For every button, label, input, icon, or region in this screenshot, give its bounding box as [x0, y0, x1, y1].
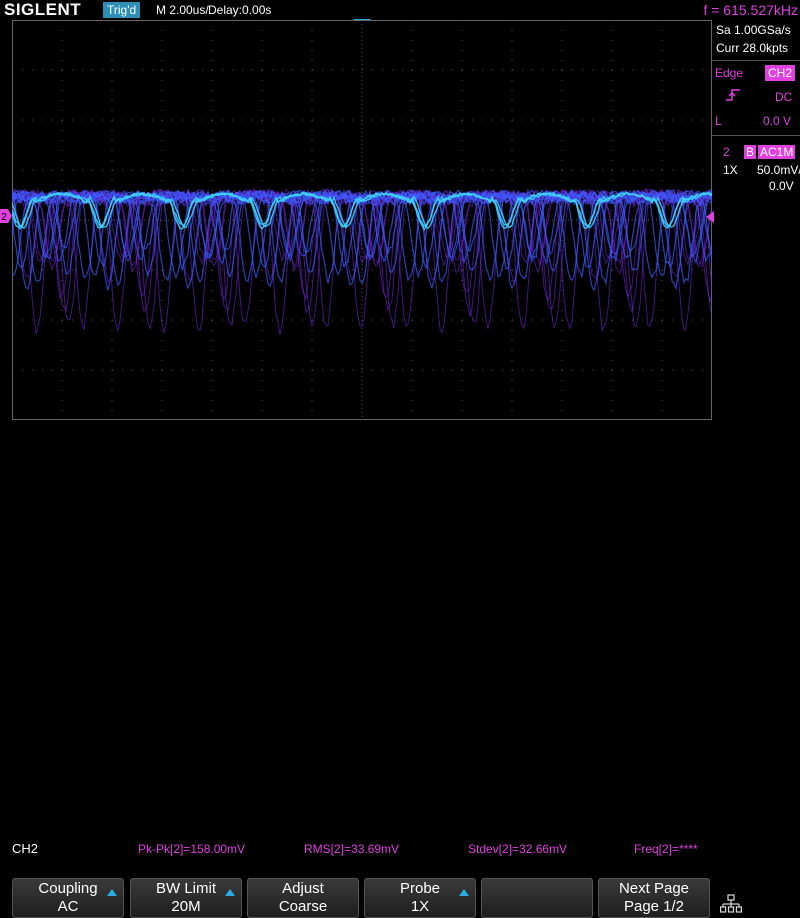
adjust-softkey[interactable]: Adjust Coarse [247, 878, 359, 918]
trigger-settings-panel[interactable]: Edge CH2 DC L 0.0 V [711, 60, 800, 136]
bandwidth-limit-flag: B [744, 145, 757, 159]
measurement-rms: RMS[2]=33.69mV [304, 842, 400, 856]
chevron-up-icon [225, 889, 235, 896]
channel2-marker-label: 2 [1, 212, 7, 223]
channel-offset: 0.0V [769, 179, 794, 193]
trigger-source: CH2 [765, 65, 796, 81]
network-icon [720, 894, 742, 913]
probe-attenuation: 1X [723, 163, 738, 177]
frequency-counter: f = 615.527kHz [703, 2, 798, 18]
softkey-menu: Coupling AC BW Limit 20M Adjust Coarse P… [0, 438, 800, 918]
memory-depth-readout: Curr 28.0kpts [716, 41, 789, 55]
softkey-value: 20M [171, 898, 201, 915]
trigger-level-value: 0.0 V [763, 114, 792, 128]
next-page-softkey[interactable]: Next Page Page 1/2 [598, 878, 710, 918]
softkey-value: AC [57, 898, 79, 915]
measurement-pk-pk: Pk-Pk[2]=158.00mV [138, 842, 246, 856]
brand-logo: SIGLENT [4, 0, 82, 19]
measurement-stdev: Stdev[2]=32.66mV [468, 842, 568, 856]
trigger-coupling: DC [775, 90, 793, 104]
softkey-value: Page 1/2 [623, 898, 685, 915]
chevron-up-icon [459, 889, 469, 896]
trigger-level-marker[interactable] [704, 211, 714, 223]
channel2-settings-panel[interactable]: 2 B AC1M 1X 50.0mV/ 0.0V [711, 140, 800, 196]
softkey-value: Coarse [278, 898, 328, 915]
channel-coupling: AC1M [758, 145, 796, 159]
measurement-channel: CH2 [12, 841, 39, 856]
channel2-offset-marker[interactable]: 2 [0, 209, 12, 223]
rising-edge-icon [726, 89, 740, 101]
trigger-level-label: L [715, 114, 722, 128]
measurement-frequency: Freq[2]=**** [634, 842, 698, 856]
softkey-value: 1X [410, 898, 430, 915]
sample-rate-readout: Sa 1.00GSa/s [716, 23, 791, 37]
trigger-status-badge: Trig'd [103, 2, 141, 18]
volts-per-div: 50.0mV/ [757, 163, 800, 177]
trigger-type: Edge [715, 66, 744, 80]
channel-number: 2 [723, 145, 730, 159]
probe-softkey[interactable]: Probe 1X [364, 878, 476, 918]
waveform-display[interactable] [12, 20, 712, 420]
bw-limit-softkey[interactable]: BW Limit 20M [130, 878, 242, 918]
empty-softkey[interactable] [481, 878, 593, 918]
top-status-bar: SIGLENT Trig'd M 2.00us/ Delay:0.00s f =… [0, 0, 800, 20]
timebase-readout: M 2.00us/ [156, 3, 209, 17]
coupling-softkey[interactable]: Coupling AC [12, 878, 124, 918]
delay-readout: Delay:0.00s [208, 3, 272, 17]
softkey-label: Adjust [282, 880, 324, 897]
chevron-up-icon [107, 889, 117, 896]
measurement-bar: CH2 Pk-Pk[2]=158.00mV RMS[2]=33.69mV Std… [0, 420, 712, 856]
softkey-label: Next Page [618, 880, 690, 897]
